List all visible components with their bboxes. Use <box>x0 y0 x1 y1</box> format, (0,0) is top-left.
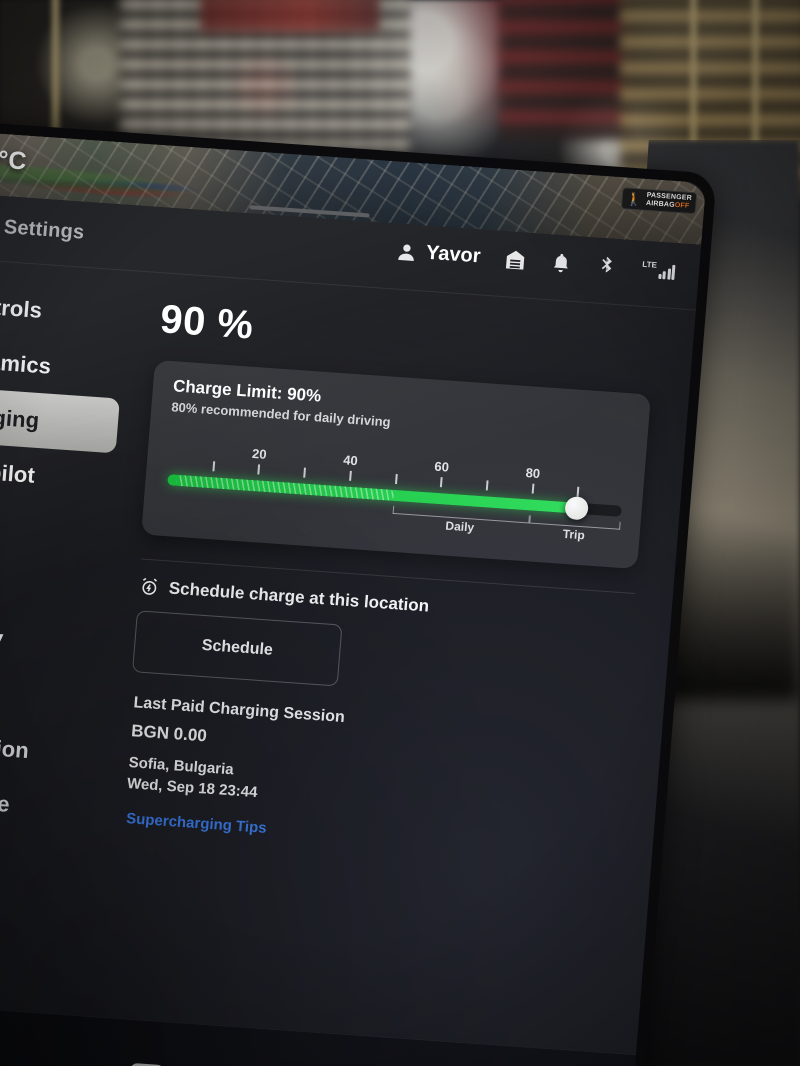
slider-tick-label: 80 <box>525 465 541 482</box>
person-icon <box>397 243 414 261</box>
sidebar-item-controls[interactable]: Controls <box>0 273 129 344</box>
settings-panel: Search Settings Yavor LTE <box>0 189 704 1055</box>
charge-limit-card: Charge Limit: 90% 80% recommended for da… <box>141 359 651 570</box>
search-input[interactable]: Search Settings <box>0 211 85 245</box>
sidebar-item-label: Autopilot <box>0 455 36 488</box>
background-building-red-band <box>200 0 380 32</box>
sidebar-item-label: Charging <box>0 400 41 433</box>
bluetooth-icon[interactable] <box>595 254 619 277</box>
status-icons: Yavor LTE <box>394 239 676 281</box>
sidebar-item-label: Dynamics <box>0 345 53 379</box>
profile-name: Yavor <box>425 241 482 268</box>
sidebar-item-label: Controls <box>0 291 44 323</box>
schedule-charge-header-label: Schedule charge at this location <box>168 577 430 616</box>
sidebar-item-label: Navigation <box>0 729 30 763</box>
airbag-symbol-icon: 🚶 <box>625 190 643 208</box>
slider-tick-label: 60 <box>433 458 450 475</box>
background-building-mid <box>500 0 630 140</box>
garage-icon[interactable] <box>504 248 528 271</box>
slider-knob[interactable] <box>563 495 589 521</box>
lte-signal-icon: LTE <box>641 259 676 280</box>
screenshot-root: 19°C 🚶 PASSENGER AIRBAGOFF Search <box>0 0 800 1066</box>
slider-tick-label: 40 <box>342 452 359 469</box>
alarm-charge-icon <box>142 577 158 595</box>
charging-content: 90 % Charge Limit: 90% 80% recommended f… <box>84 272 698 1054</box>
settings-body: Controls Dynamics Charging Autopilot Dis… <box>0 256 698 1055</box>
lte-label: LTE <box>642 259 658 270</box>
sidebar-item-label: Schedule <box>0 784 11 817</box>
slider-range-daily-label: Daily <box>444 518 475 535</box>
slider-range-trip-label: Trip <box>562 526 586 543</box>
slider-tick-label: 20 <box>251 445 268 462</box>
bell-icon[interactable] <box>549 251 573 274</box>
tesla-touchscreen: 19°C 🚶 PASSENGER AIRBAGOFF Search <box>0 117 717 1066</box>
schedule-button[interactable]: Schedule <box>132 610 343 687</box>
signal-bars <box>657 262 676 280</box>
temperature-value: 19°C <box>0 143 28 176</box>
airbag-off-state: OFF <box>674 201 690 210</box>
profile-button[interactable]: Yavor <box>394 239 481 268</box>
sidebar-item-label: Display <box>0 620 5 651</box>
